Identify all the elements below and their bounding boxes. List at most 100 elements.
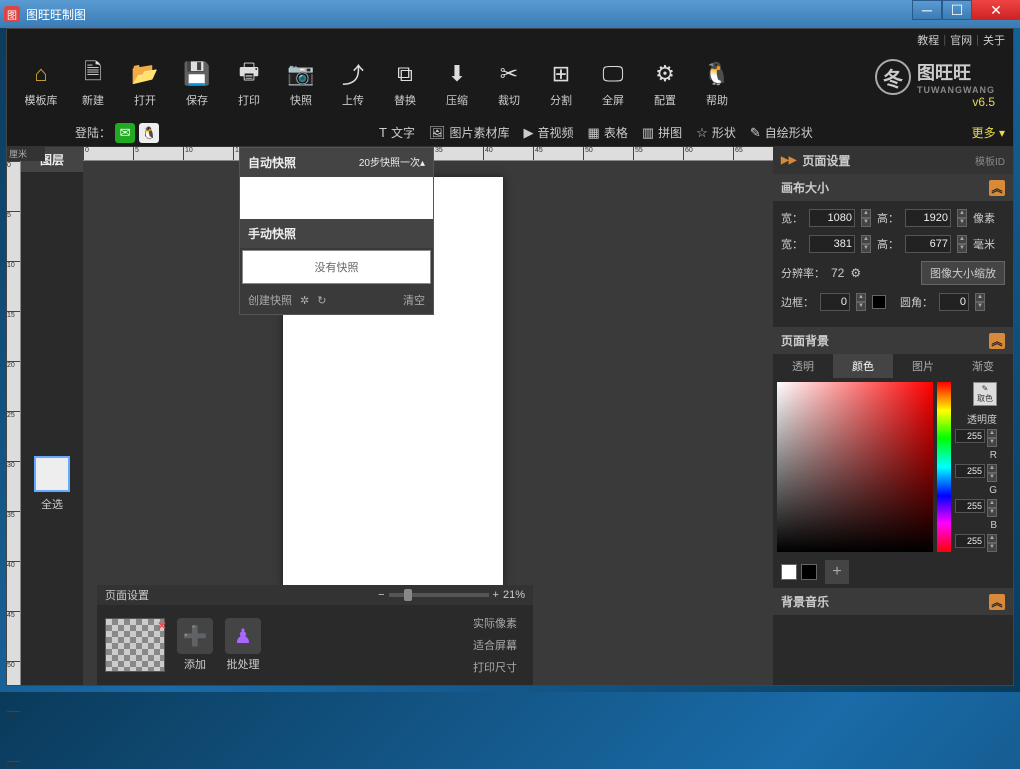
tab-transparent[interactable]: 透明 [773,354,833,378]
wechat-login-button[interactable]: ✉ [115,123,135,143]
zoom-out-button[interactable]: − [378,589,384,601]
config-button[interactable]: ⚙配置 [639,54,691,114]
snapshot-gear-icon[interactable]: ✲ [300,294,309,307]
snapshot-refresh-icon[interactable]: ↻ [317,294,326,307]
b-input[interactable] [955,534,985,548]
close-button[interactable]: ✕ [972,0,1020,20]
delete-page-icon[interactable]: × [158,617,166,633]
width-mm-spinner[interactable]: ▲▼ [861,235,871,253]
view-mode-option[interactable]: 实际像素 [473,615,517,631]
open-button[interactable]: 📂打开 [119,54,171,114]
opacity-input[interactable] [955,429,985,443]
collapse-music-icon[interactable]: ︽ [989,594,1005,610]
border-spinner[interactable]: ▲▼ [856,293,866,311]
print-button[interactable]: 🖶打印 [223,54,275,114]
auto-snapshot-setting[interactable]: 20步快照一次▴ [359,154,425,171]
fullscreen-button[interactable]: 🖵全屏 [587,54,639,114]
snapshot-button[interactable]: 📷快照 [275,54,327,114]
about-link[interactable]: 关于 [983,32,1005,48]
help-button[interactable]: 🐧帮助 [691,54,743,114]
tab-color[interactable]: 颜色 [833,354,893,378]
saturation-value-box[interactable] [777,382,933,552]
template-lib-button[interactable]: ⌂模板库 [15,54,67,114]
radius-spinner[interactable]: ▲▼ [975,293,985,311]
layer-thumbnail[interactable] [34,456,70,492]
view-mode-option[interactable]: 打印尺寸 [473,659,517,675]
eyedropper-button[interactable]: ✎取色 [973,382,997,406]
new-button[interactable]: 🗎新建 [67,54,119,114]
official-link[interactable]: 官网 [950,32,972,48]
height-label: 高： [877,210,899,226]
image-lib-button[interactable]: 🖼图片素材库 [429,124,510,141]
view-mode-list: 实际像素适合屏幕打印尺寸 [473,615,525,675]
height-px-spinner[interactable]: ▲▼ [957,209,967,227]
brand-name: 图旺旺 [917,59,995,85]
tab-gradient[interactable]: 渐变 [953,354,1013,378]
tutorial-link[interactable]: 教程 [917,32,939,48]
zoom-in-button[interactable]: + [493,589,499,601]
create-snapshot-button[interactable]: 创建快照 [248,292,292,308]
height-mm-label: 高： [877,236,899,252]
audio-video-button[interactable]: ▶音视频 [524,124,574,141]
width-mm-input[interactable] [809,235,855,253]
collapse-bg-icon[interactable]: ︽ [989,333,1005,349]
image-scale-button[interactable]: 图像大小缩放 [921,261,1005,285]
select-all-button[interactable]: 全选 [25,496,79,512]
height-mm-spinner[interactable]: ▲▼ [957,235,967,253]
clear-snapshots-button[interactable]: 清空 [403,292,425,308]
text-button[interactable]: T文字 [379,124,415,141]
canvas-size-body: 宽： ▲▼ 高： ▲▼ 像素 宽： ▲▼ 高： ▲▼ 毫米 [773,201,1013,327]
swatch-white[interactable] [781,564,797,580]
dpi-gear-icon[interactable]: ⚙ [850,266,861,280]
border-color-swatch[interactable] [872,295,886,309]
replace-icon: ⧉ [391,60,419,88]
width-px-input[interactable] [809,209,855,227]
maximize-button[interactable]: ☐ [942,0,972,20]
g-input[interactable] [955,499,985,513]
template-id-label[interactable]: 模板ID [975,153,1005,168]
page-thumbnail[interactable]: × [105,618,165,672]
save-button[interactable]: 💾保存 [171,54,223,114]
canvas-size-title: 画布大小 [781,179,829,196]
width-px-spinner[interactable]: ▲▼ [861,209,871,227]
tab-image[interactable]: 图片 [893,354,953,378]
batch-process-button[interactable]: ♟ 批处理 [225,618,261,672]
border-input[interactable] [820,293,850,311]
more-button[interactable]: 更多 ▾ [972,124,1005,141]
window-controls: ─ ☐ ✕ [912,0,1020,20]
swatch-black[interactable] [801,564,817,580]
radius-input[interactable] [939,293,969,311]
replace-button[interactable]: ⧉替换 [379,54,431,114]
dpi-label: 分辨率： [781,265,825,281]
audio-video-icon: ▶ [524,125,534,141]
height-px-input[interactable] [905,209,951,227]
add-page-button[interactable]: ➕ 添加 [177,618,213,672]
split-button[interactable]: ⊞分割 [535,54,587,114]
brand-logo: 冬 图旺旺 TUWANGWANG v6.5 [875,59,1005,109]
border-label: 边框： [781,294,814,310]
view-mode-option[interactable]: 适合屏幕 [473,637,517,653]
height-mm-input[interactable] [905,235,951,253]
hue-slider[interactable] [937,382,951,552]
collapse-section-icon[interactable]: ︽ [989,180,1005,196]
freehand-icon: ✎ [750,125,761,141]
shape-button[interactable]: ☆形状 [696,124,736,141]
canvas-area: 051015202530354045505560657075 自动快照 20步快… [83,147,773,685]
add-swatch-button[interactable]: + [825,560,849,584]
table-button[interactable]: ▦表格 [588,124,628,141]
compress-icon: ⬇ [443,60,471,88]
upload-button[interactable]: ⤴上传 [327,54,379,114]
r-input[interactable] [955,464,985,478]
zoom-slider[interactable] [389,593,489,597]
cut-button[interactable]: ✂裁切 [483,54,535,114]
table-icon: ▦ [588,125,600,141]
open-icon: 📂 [131,60,159,88]
freehand-button[interactable]: ✎自绘形状 [750,124,813,141]
page-settings-label[interactable]: 页面设置 [105,587,149,603]
px-unit: 像素 [973,210,995,226]
minimize-button[interactable]: ─ [912,0,942,20]
puzzle-button[interactable]: ▥拼图 [642,124,682,141]
compress-button[interactable]: ⬇压缩 [431,54,483,114]
qq-login-button[interactable]: 🐧 [139,123,159,143]
collapse-arrow-icon[interactable]: ▶▶ [781,155,796,166]
